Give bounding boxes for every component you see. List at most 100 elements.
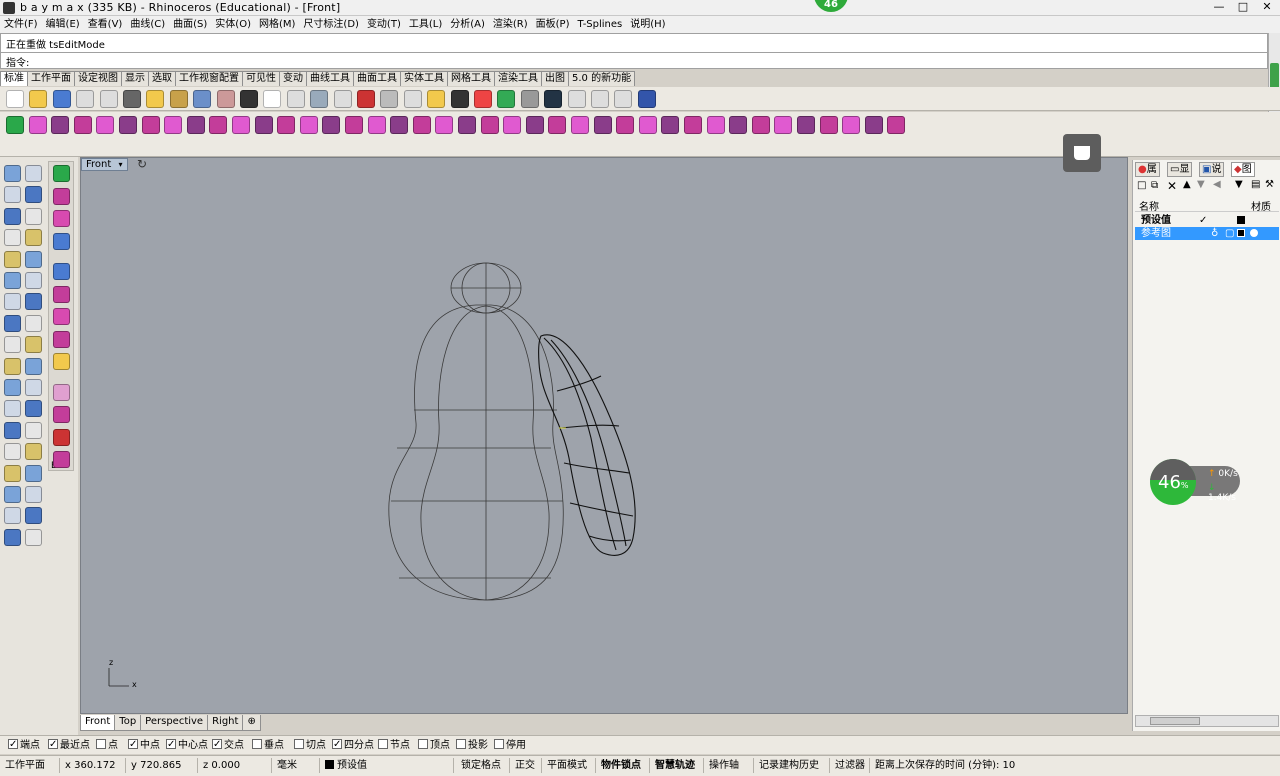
osnap-4[interactable]: 中心点: [166, 737, 208, 753]
new-sublayer-icon[interactable]: ⧉: [1151, 180, 1158, 191]
left-tool-icon-15-1[interactable]: [25, 486, 42, 503]
scroll-thumb[interactable]: [1150, 717, 1200, 725]
osnap-12[interactable]: 停用: [494, 738, 526, 753]
viewport-tab-front[interactable]: Front: [80, 715, 116, 731]
tspline-tool-icon-7[interactable]: [164, 116, 183, 134]
standard-tool-icon-12[interactable]: [286, 90, 305, 108]
standard-tool-icon-20[interactable]: [474, 90, 492, 108]
left-tool-icon-17-0[interactable]: [4, 528, 21, 546]
tspline-tool-icon-17[interactable]: [390, 116, 409, 134]
move-left-icon[interactable]: ◀: [1213, 179, 1221, 190]
toolbar-tab-13[interactable]: 出图: [541, 71, 569, 86]
standard-tool-icon-24[interactable]: [567, 90, 586, 108]
filter-icon[interactable]: ▼: [1235, 179, 1243, 190]
delete-layer-icon[interactable]: ✕: [1167, 179, 1177, 193]
tspline-palette-icon-6[interactable]: [53, 308, 70, 325]
network-speed-bubble[interactable]: 46: [814, 0, 848, 12]
standard-tool-icon-0[interactable]: [6, 90, 24, 108]
tspline-tool-icon-5[interactable]: [119, 116, 137, 134]
layer-menu-icon[interactable]: ▤: [1251, 179, 1260, 190]
tspline-tool-icon-11[interactable]: [254, 116, 273, 134]
move-down-icon[interactable]: ▼: [1197, 179, 1205, 190]
toolbar-tab-10[interactable]: 实体工具: [400, 71, 448, 86]
left-tool-icon-6-1[interactable]: [25, 293, 42, 311]
osnap-checkbox[interactable]: [418, 739, 428, 749]
left-tool-icon-5-0[interactable]: [4, 272, 21, 289]
layer-row-default[interactable]: 预设值 ✓: [1135, 214, 1279, 227]
standard-tool-icon-9[interactable]: [216, 90, 235, 108]
tspline-palette-icon-8[interactable]: [53, 353, 70, 370]
close-button[interactable]: ✕: [1255, 0, 1279, 15]
left-tool-icon-17-1[interactable]: [25, 528, 42, 546]
standard-tool-icon-5[interactable]: [123, 90, 141, 108]
tspline-tool-icon-14[interactable]: [322, 116, 341, 134]
front-viewport[interactable]: Front ▾ ↻ z x: [80, 157, 1128, 714]
menu-item-5[interactable]: 实体(O): [211, 16, 255, 33]
standard-tool-icon-27[interactable]: [637, 90, 656, 108]
toolbar-tab-9[interactable]: 曲面工具: [353, 71, 401, 86]
tspline-tool-icon-34[interactable]: [774, 116, 793, 134]
tspline-palette-icon-9[interactable]: [53, 383, 70, 401]
toolbar-tab-12[interactable]: 渲染工具: [494, 71, 542, 86]
menu-item-13[interactable]: T-Splines: [574, 16, 627, 33]
move-up-icon[interactable]: ▲: [1183, 179, 1191, 190]
menu-item-7[interactable]: 尺寸标注(D): [299, 16, 363, 33]
tab-layers[interactable]: ◆图: [1231, 162, 1255, 177]
left-tool-icon-15-0[interactable]: [4, 486, 21, 503]
lock-icon[interactable]: ▢: [1225, 227, 1234, 240]
tspline-tool-icon-4[interactable]: [96, 116, 115, 134]
tspline-tool-icon-19[interactable]: [435, 116, 454, 134]
tspline-palette-icon-1[interactable]: [53, 187, 70, 205]
standard-tool-icon-25[interactable]: [591, 90, 609, 108]
osnap-6[interactable]: 垂点: [252, 738, 284, 753]
left-tool-icon-8-1[interactable]: [25, 336, 42, 354]
standard-tool-icon-18[interactable]: [427, 90, 446, 108]
left-tool-icon-13-0[interactable]: [4, 443, 21, 461]
menu-item-2[interactable]: 查看(V): [84, 16, 127, 33]
tspline-tool-icon-26[interactable]: [593, 116, 612, 134]
tspline-tool-icon-27[interactable]: [616, 116, 635, 134]
left-tool-icon-14-1[interactable]: [25, 464, 42, 482]
standard-tool-icon-10[interactable]: [240, 90, 258, 108]
tab-properties[interactable]: ●属: [1135, 162, 1160, 177]
left-tool-icon-2-1[interactable]: [25, 207, 42, 225]
planar-toggle[interactable]: 平面模式: [544, 758, 596, 773]
menu-item-9[interactable]: 工具(L): [405, 16, 446, 33]
menu-item-0[interactable]: 文件(F): [0, 16, 42, 33]
left-tool-icon-6-0[interactable]: [4, 293, 21, 311]
tspline-tool-icon-22[interactable]: [503, 116, 522, 134]
viewport-tab-right[interactable]: Right: [207, 715, 244, 731]
standard-tool-icon-8[interactable]: [193, 90, 212, 108]
layer-color-swatch[interactable]: [1237, 229, 1245, 237]
osnap-checkbox[interactable]: [456, 739, 466, 749]
toolbar-tab-3[interactable]: 显示: [121, 71, 149, 86]
bulb-icon[interactable]: ♁: [1211, 227, 1218, 240]
ortho-toggle[interactable]: 正交: [512, 758, 542, 773]
menu-item-8[interactable]: 变动(T): [363, 16, 405, 33]
menu-item-14[interactable]: 说明(H): [626, 16, 669, 33]
osnap-checkbox[interactable]: [128, 737, 138, 752]
tspline-tool-icon-8[interactable]: [186, 116, 205, 134]
tspline-palette-icon-0[interactable]: [53, 165, 70, 182]
standard-tool-icon-6[interactable]: [146, 90, 165, 108]
tspline-tool-icon-2[interactable]: [51, 116, 70, 134]
minimize-button[interactable]: —: [1207, 0, 1231, 15]
menu-item-10[interactable]: 分析(A): [446, 16, 489, 33]
tspline-palette-icon-12[interactable]: [53, 451, 70, 468]
filter-button[interactable]: 过滤器: [832, 758, 870, 773]
tspline-tool-icon-35[interactable]: [797, 116, 815, 134]
left-tool-icon-7-1[interactable]: [25, 314, 42, 332]
tspline-palette-icon-11[interactable]: [53, 428, 70, 446]
left-tool-icon-10-0[interactable]: [4, 379, 21, 396]
material-icon[interactable]: [1250, 229, 1258, 237]
tspline-tool-icon-15[interactable]: [345, 116, 363, 134]
osnap-checkbox[interactable]: [96, 739, 106, 749]
record-history-toggle[interactable]: 记录建构历史: [756, 758, 830, 773]
osnap-checkbox[interactable]: [252, 739, 262, 749]
left-tool-icon-12-1[interactable]: [25, 421, 42, 439]
tspline-tool-icon-6[interactable]: [141, 116, 160, 134]
viewport-tab-perspective[interactable]: Perspective: [140, 715, 209, 731]
tspline-palette-icon-4[interactable]: [53, 263, 70, 280]
status-layer[interactable]: 预设值: [322, 758, 454, 773]
standard-tool-icon-13[interactable]: [310, 90, 329, 108]
